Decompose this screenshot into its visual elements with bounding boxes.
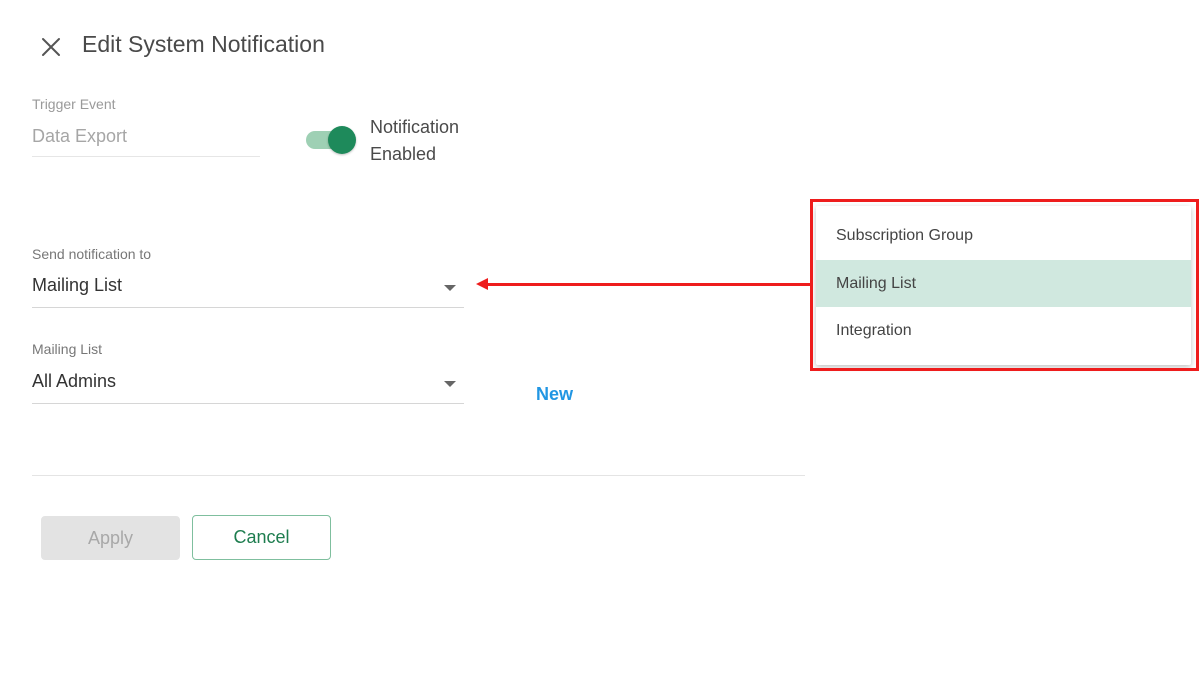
divider [32, 475, 805, 476]
mailing-list-select[interactable]: All Admins [32, 366, 464, 404]
cancel-button[interactable]: Cancel [192, 515, 331, 560]
toggle-thumb [328, 126, 356, 154]
apply-button[interactable]: Apply [41, 516, 180, 560]
send-notification-to-select[interactable]: Mailing List [32, 270, 464, 308]
mailing-list-label: Mailing List [32, 341, 103, 357]
trigger-event-label: Trigger Event [32, 96, 116, 112]
notification-enabled-toggle[interactable] [304, 126, 358, 154]
annotation-arrow-head-icon [476, 278, 488, 290]
new-mailing-list-link[interactable]: New [536, 384, 573, 405]
send-notification-to-value: Mailing List [32, 275, 123, 295]
mailing-list-value: All Admins [32, 371, 117, 391]
trigger-event-value: Data Export [32, 126, 128, 146]
caret-down-icon [444, 381, 456, 387]
dialog-title: Edit System Notification [82, 31, 325, 57]
notification-enabled-label: Notification Enabled [370, 117, 460, 164]
annotation-callout-box [810, 199, 1199, 371]
close-icon[interactable] [40, 36, 62, 58]
send-notification-to-label: Send notification to [32, 246, 152, 262]
annotation-arrow-line [486, 283, 812, 286]
caret-down-icon [444, 285, 456, 291]
trigger-event-underline [32, 156, 260, 157]
